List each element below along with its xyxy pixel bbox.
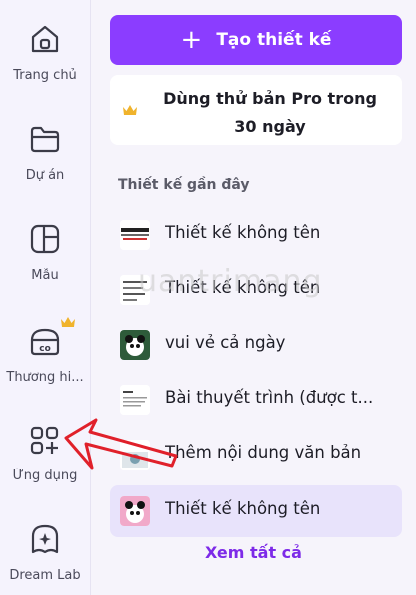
design-thumbnail [120,385,150,415]
svg-text:co: co [39,344,51,354]
create-design-label: Tạo thiết kế [216,30,332,50]
rail-label-templates: Mẫu [31,268,59,283]
recent-design-label: Thiết kế không tên [165,499,321,518]
see-all-link[interactable]: Xem tất cả [91,543,416,562]
brand-icon: co [30,328,60,356]
recent-design-item[interactable]: Thiết kế không tên [110,209,402,261]
recent-design-item[interactable]: Thiết kế không tên [110,264,402,316]
rail-label-home: Trang chủ [13,68,77,83]
rail-item-home[interactable]: Trang chủ [0,22,90,92]
pro-trial-line1: Dùng thử bản Pro trong [163,89,377,108]
recent-design-label: Thiết kế không tên [165,278,321,297]
dream-lab-icon [31,524,59,554]
rail-label-apps: Ứng dụng [12,468,78,483]
recent-design-item[interactable]: Thêm nội dung văn bản [110,429,402,481]
pro-trial-text: Dùng thử bản Pro trong 30 ngày [146,85,394,141]
rail-item-brand[interactable]: co Thương hi... [0,317,90,392]
folder-icon [30,126,60,153]
apps-icon [30,426,59,455]
recent-design-label: vui vẻ cả ngày [165,333,286,352]
recent-design-label: Bài thuyết trình (được t... [165,388,374,407]
pro-trial-card[interactable]: Dùng thử bản Pro trong 30 ngày [110,75,402,145]
main-panel: + Tạo thiết kế Dùng thử bản Pro trong 30… [91,0,416,595]
rail-item-templates[interactable]: Mẫu [0,222,90,292]
recent-design-label: Thiết kế không tên [165,223,321,242]
side-rail: Trang chủ Dự án Mẫu co Thương hi... Ứng … [0,0,91,595]
recent-design-label: Thêm nội dung văn bản [165,443,362,462]
recent-design-item[interactable]: Bài thuyết trình (được t... [110,374,402,426]
create-design-button[interactable]: + Tạo thiết kế [110,15,402,65]
crown-icon [61,317,75,327]
home-icon [31,25,59,53]
rail-item-dream-lab[interactable]: Dream Lab [0,522,90,588]
rail-item-apps[interactable]: Ứng dụng [0,424,90,494]
design-thumbnail [120,220,150,250]
recent-design-item-active[interactable]: Thiết kế không tên [110,485,402,537]
plus-icon: + [180,25,203,55]
template-icon [30,224,60,254]
design-thumbnail [120,496,150,526]
rail-label-brand: Thương hi... [6,370,84,385]
rail-label-projects: Dự án [25,168,65,183]
pro-trial-line2: 30 ngày [234,117,306,136]
recent-designs-title: Thiết kế gần đây [118,177,250,193]
design-thumbnail [120,440,150,470]
rail-label-dream-lab: Dream Lab [9,568,81,583]
rail-item-projects[interactable]: Dự án [0,122,90,192]
recent-design-item[interactable]: vui vẻ cả ngày [110,319,402,371]
design-thumbnail [120,275,150,305]
design-thumbnail [120,330,150,360]
crown-icon [123,105,137,115]
